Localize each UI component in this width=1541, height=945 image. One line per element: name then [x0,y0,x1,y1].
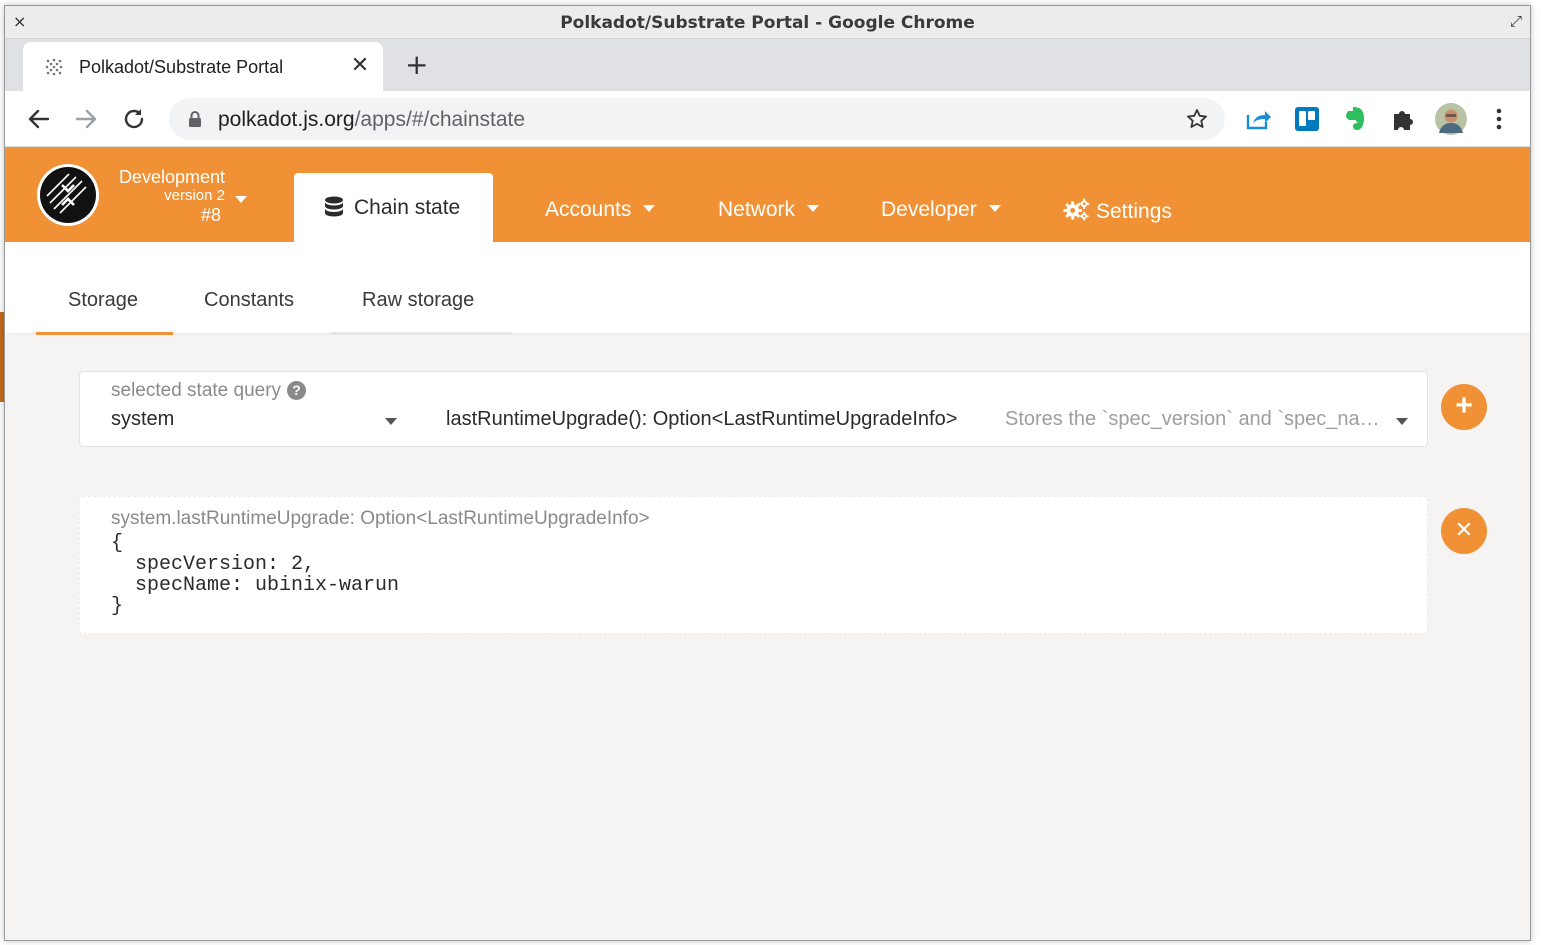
menu-settings-label: Settings [1096,200,1172,223]
back-arrow-icon[interactable] [25,105,53,133]
method-caret-icon[interactable] [1396,418,1408,425]
forward-arrow-icon[interactable] [72,105,100,133]
database-icon [325,196,343,217]
result-value: { specVersion: 2, specName: ubinix-warun… [111,532,400,618]
caret-down-icon [988,204,1001,212]
menu-developer-label: Developer [881,198,977,221]
evernote-extension-icon[interactable] [1341,105,1369,133]
caret-down-icon [643,204,656,212]
menu-accounts-label: Accounts [545,198,632,221]
tab-title: Polkadot/Substrate Portal [79,57,284,77]
chain-info[interactable]: Development version 2 #8 [105,167,225,225]
query-label: selected state query? [111,380,307,402]
result-label: system.lastRuntimeUpgrade: Option<LastRu… [111,508,650,529]
url-host: polkadot.js.org [218,108,355,131]
extensions-puzzle-icon[interactable] [1389,105,1417,133]
address-bar[interactable]: polkadot.js.org/apps/#/chainstate [169,98,1225,140]
query-label-text: selected state query [111,380,282,401]
tab-constants[interactable]: Constants [204,289,294,312]
browser-window: × Polkadot/Substrate Portal - Google Chr… [4,5,1531,941]
help-icon[interactable]: ? [287,381,307,400]
chrome-menu-icon[interactable] [1485,105,1513,133]
browser-tab[interactable]: Polkadot/Substrate Portal ✕ [23,42,383,91]
menu-chain-state-label: Chain state [354,196,461,219]
bookmark-star-icon[interactable] [1185,107,1209,131]
tab-raw-storage[interactable]: Raw storage [362,289,474,312]
menu-accounts[interactable]: Accounts [545,198,656,222]
menu-network[interactable]: Network [718,198,820,222]
menu-settings[interactable]: Settings [1063,198,1172,224]
url-text: polkadot.js.org/apps/#/chainstate [218,108,525,132]
polkadot-app: Development version 2 #8 Chain state Acc… [5,147,1530,940]
window-maximize-button[interactable]: ⤢ [1510,12,1522,30]
section-dropdown[interactable]: system [111,408,174,431]
menu-network-label: Network [718,198,796,221]
method-description: Stores the `spec_version` and `spec_name… [1005,408,1385,430]
tab-divider [331,332,512,335]
chain-best-block: #8 [200,205,221,225]
tab-strip: Polkadot/Substrate Portal ✕ + [5,39,1530,91]
new-tab-button[interactable]: + [405,51,428,79]
state-query-selector: selected state query? system lastRuntime… [79,371,1428,447]
reload-icon[interactable] [120,105,148,133]
app-menu-bar: Development version 2 #8 Chain state Acc… [5,147,1530,242]
caret-down-icon [807,204,820,212]
gears-icon [1063,198,1090,221]
menu-chain-state[interactable]: Chain state [294,173,493,242]
chain-logo-icon[interactable] [36,163,100,227]
window-titlebar: × Polkadot/Substrate Portal - Google Chr… [5,6,1530,39]
share-extension-icon[interactable] [1244,105,1272,133]
lock-icon[interactable] [187,110,203,128]
browser-toolbar: polkadot.js.org/apps/#/chainstate [5,91,1530,147]
method-dropdown[interactable]: lastRuntimeUpgrade(): Option<LastRuntime… [446,408,957,431]
tab-close-button[interactable]: ✕ [347,53,373,78]
tab-storage[interactable]: Storage [68,289,138,312]
window-title: Polkadot/Substrate Portal - Google Chrom… [560,13,975,33]
chain-version: version 2 [164,187,225,204]
section-caret-icon[interactable] [385,418,397,425]
trello-extension-icon[interactable] [1293,105,1321,133]
profile-avatar[interactable] [1435,103,1467,135]
chain-network-name: Development [118,167,225,187]
url-path: /apps/#/chainstate [354,108,526,131]
active-tab-indicator [36,332,173,335]
add-query-button[interactable]: + [1441,384,1487,430]
polkadot-favicon-icon [45,58,63,76]
chain-dropdown-icon[interactable] [235,196,247,203]
remove-result-button[interactable]: ✕ [1441,508,1487,554]
menu-developer[interactable]: Developer [881,198,1001,222]
chainstate-subtabs: Storage Constants Raw storage [5,242,1530,335]
query-result: system.lastRuntimeUpgrade: Option<LastRu… [79,496,1428,634]
